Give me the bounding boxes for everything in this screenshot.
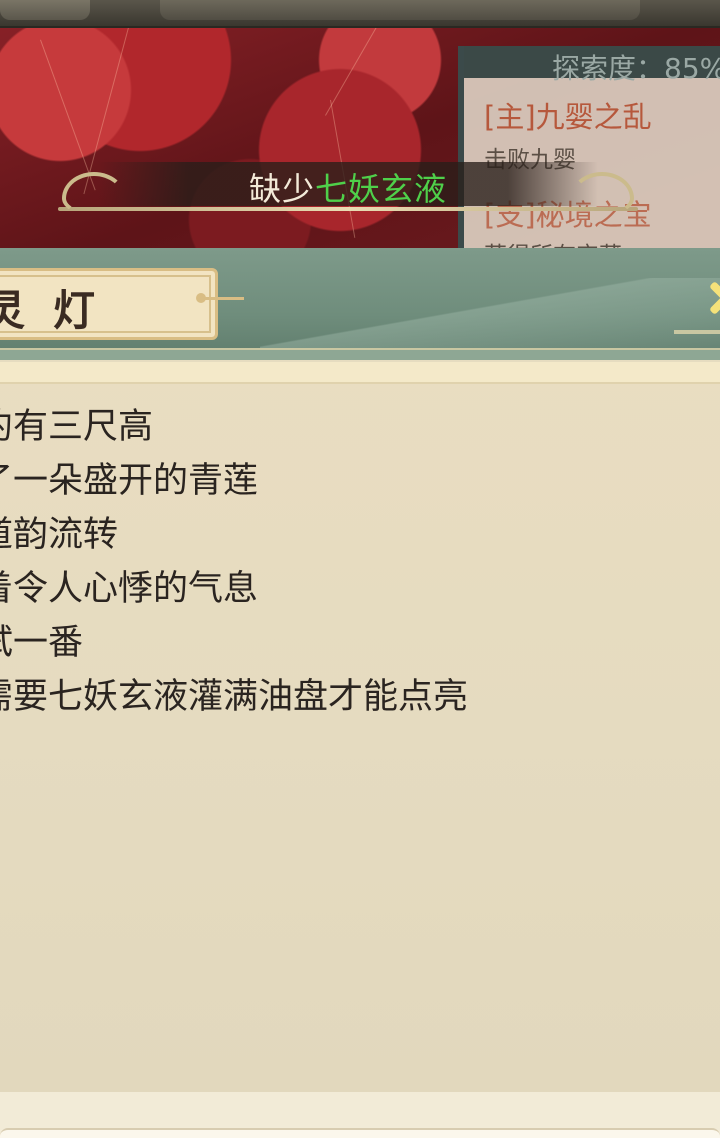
dialog-header-border bbox=[0, 348, 720, 360]
toast-item-name: 七妖玄液 bbox=[315, 170, 448, 208]
exploration-header: 探索度：85% bbox=[464, 46, 720, 85]
description-line: 着令人心悸的气息 bbox=[0, 569, 259, 609]
dialog-body-topstrip bbox=[0, 362, 720, 384]
description-line: 需要七妖玄液灌满油盘才能点亮 bbox=[0, 677, 469, 717]
top-bar-tab[interactable] bbox=[0, 0, 90, 20]
description-line: 试一番 bbox=[0, 623, 84, 663]
footer-edge bbox=[0, 1128, 720, 1138]
top-bar bbox=[0, 0, 720, 28]
quest-panel[interactable]: 探索度：85% [主]九婴之乱 击败九婴 [支]秘境之宝 获得所有宝藏 bbox=[458, 46, 720, 269]
plaque-knob-decoration bbox=[196, 293, 244, 303]
dialog-body: 约有三尺高 了一朵盛开的青莲 道韵流转 着令人心悸的气息 试一番 需要七妖玄液灌… bbox=[0, 362, 720, 1092]
close-button-stand bbox=[674, 330, 720, 334]
description-line: 道韵流转 bbox=[0, 515, 119, 555]
toast-message: 缺少七妖玄液 bbox=[58, 164, 638, 210]
description-line: 约有三尺高 bbox=[0, 407, 154, 447]
toast-prefix: 缺少 bbox=[248, 170, 315, 208]
exploration-label: 探索度：85% bbox=[552, 52, 720, 85]
quest-main-title[interactable]: [主]九婴之乱 bbox=[484, 94, 652, 136]
dialog-description: 约有三尺高 了一朵盛开的青莲 道韵流转 着令人心悸的气息 试一番 需要七妖玄液灌… bbox=[0, 400, 468, 724]
dialog-title-plaque: 灵灯 bbox=[0, 268, 218, 340]
description-line: 了一朵盛开的青莲 bbox=[0, 461, 259, 501]
missing-item-toast: 缺少七妖玄液 bbox=[58, 158, 638, 216]
close-button[interactable] bbox=[674, 268, 720, 334]
dialog-footer bbox=[0, 1092, 720, 1138]
top-bar-strip bbox=[160, 0, 640, 20]
mountain-decoration bbox=[260, 278, 720, 348]
dialog-title: 灵灯 bbox=[0, 286, 124, 335]
flower-vein bbox=[325, 20, 381, 116]
